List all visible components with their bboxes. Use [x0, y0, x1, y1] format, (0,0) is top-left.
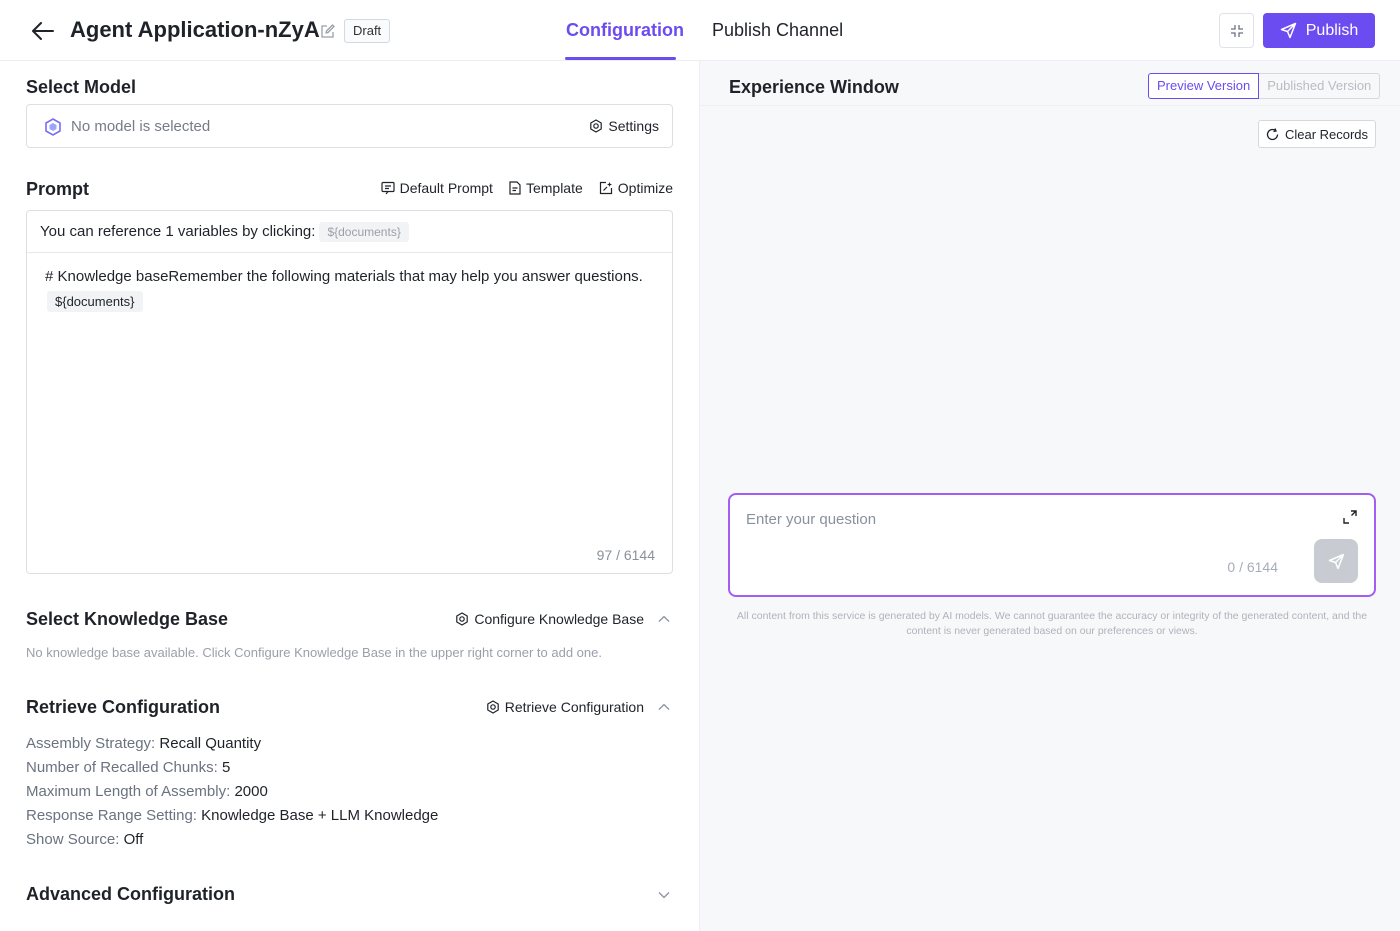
template-icon: [509, 181, 521, 195]
question-char-count: 0 / 6144: [1227, 559, 1278, 575]
gear-icon: [486, 700, 499, 714]
prompt-content[interactable]: # Knowledge baseRemember the following m…: [45, 267, 665, 287]
optimize-button[interactable]: Optimize: [599, 180, 673, 196]
knowledge-base-empty-text: No knowledge base available. Click Confi…: [26, 645, 602, 660]
setting-key: Show Source:: [26, 831, 120, 848]
setting-key: Response Range Setting:: [26, 807, 197, 824]
knowledge-base-title: Select Knowledge Base: [26, 609, 229, 629]
model-selector[interactable]: No model is selected Settings: [26, 104, 673, 148]
send-icon: [1328, 553, 1344, 569]
top-header: Agent Application-nZyA Draft Configurati…: [0, 0, 1400, 61]
setting-value: Off: [123, 831, 144, 848]
configure-knowledge-base-button[interactable]: Configure Knowledge Base: [455, 611, 644, 627]
reference-hint: You can reference 1 variables by clickin…: [40, 223, 316, 240]
publish-label: Publish: [1305, 21, 1359, 39]
advanced-config-title[interactable]: Advanced Configuration: [26, 884, 235, 905]
list-item: Show Source: Off: [26, 828, 438, 852]
collapse-button[interactable]: [1219, 13, 1254, 48]
configuration-panel: Select Model No model is selected Settin…: [0, 61, 699, 931]
prompt-editor[interactable]: You can reference 1 variables by clickin…: [26, 210, 673, 574]
back-arrow-icon[interactable]: [30, 18, 56, 44]
chevron-up-icon[interactable]: [657, 612, 671, 626]
configure-kb-label: Configure Knowledge Base: [474, 611, 644, 627]
prompt-char-count: 97 / 6144: [596, 547, 655, 563]
tab-configuration[interactable]: Configuration: [566, 20, 684, 41]
refresh-icon: [1266, 127, 1279, 140]
setting-key: Maximum Length of Assembly:: [26, 783, 231, 800]
gear-icon: [456, 612, 469, 626]
select-model-title: Select Model: [26, 77, 137, 97]
optimize-icon: [599, 181, 612, 195]
clear-records-label: Clear Records: [1284, 126, 1369, 142]
tab-publish-channel[interactable]: Publish Channel: [712, 20, 843, 41]
experience-panel: Experience Window Preview Version Publis…: [699, 61, 1400, 931]
chevron-up-icon[interactable]: [657, 700, 671, 714]
prompt-title: Prompt: [26, 179, 89, 199]
template-label: Template: [525, 180, 583, 196]
list-item: Response Range Setting: Knowledge Base +…: [26, 804, 438, 828]
default-prompt-button[interactable]: Default Prompt: [380, 180, 493, 196]
default-prompt-label: Default Prompt: [399, 180, 493, 196]
setting-value: Knowledge Base + LLM Knowledge: [201, 807, 439, 824]
setting-value: Recall Quantity: [159, 735, 262, 752]
setting-key: Assembly Strategy:: [26, 735, 156, 752]
send-icon: [1280, 22, 1296, 39]
documents-variable-chip[interactable]: ${documents}: [319, 221, 409, 242]
prompt-documents-variable: ${documents}: [47, 291, 143, 312]
publish-button[interactable]: Publish: [1263, 13, 1375, 48]
chevron-down-icon[interactable]: [657, 888, 671, 902]
published-version-tab[interactable]: Published Version: [1259, 73, 1381, 99]
setting-key: Number of Recalled Chunks:: [26, 759, 218, 776]
retrieve-configuration-button[interactable]: Retrieve Configuration: [486, 699, 644, 715]
list-item: Maximum Length of Assembly: 2000: [26, 780, 438, 804]
setting-value: 2000: [234, 783, 268, 800]
setting-value: 5: [221, 759, 231, 776]
default-prompt-icon: [380, 181, 395, 195]
template-button[interactable]: Template: [509, 180, 583, 196]
retrieve-action-label: Retrieve Configuration: [504, 699, 644, 715]
edit-title-icon[interactable]: [318, 22, 336, 40]
clear-records-button[interactable]: Clear Records: [1258, 120, 1376, 148]
divider: [700, 105, 1400, 106]
list-item: Assembly Strategy: Recall Quantity: [26, 732, 438, 756]
app-title: Agent Application-nZyA: [70, 17, 320, 42]
model-placeholder: No model is selected: [71, 118, 211, 135]
retrieve-config-title: Retrieve Configuration: [26, 697, 221, 717]
prompt-variable-reference: You can reference 1 variables by clickin…: [27, 211, 672, 253]
model-logo-icon: [45, 118, 61, 136]
experience-window-title: Experience Window: [729, 77, 899, 97]
preview-version-tab[interactable]: Preview Version: [1148, 73, 1260, 99]
active-tab-indicator: [565, 57, 676, 60]
list-item: Number of Recalled Chunks: 5: [26, 756, 438, 780]
settings-label: Settings: [608, 118, 659, 134]
expand-icon[interactable]: [1342, 509, 1358, 525]
prompt-actions: Default Prompt Template Optimize: [380, 180, 673, 196]
retrieve-settings-list: Assembly Strategy: Recall Quantity Numbe…: [26, 732, 438, 852]
version-toggle: Preview Version Published Version: [1148, 73, 1381, 99]
optimize-label: Optimize: [617, 180, 673, 196]
ai-disclaimer: All content from this service is generat…: [736, 610, 1368, 637]
model-settings-link[interactable]: Settings: [589, 118, 659, 134]
collapse-icon: [1230, 24, 1243, 37]
gear-icon: [590, 119, 603, 133]
status-badge: Draft: [344, 19, 391, 43]
send-button[interactable]: [1314, 539, 1358, 583]
question-input[interactable]: [746, 511, 1306, 528]
question-composer: 0 / 6144: [728, 493, 1376, 597]
